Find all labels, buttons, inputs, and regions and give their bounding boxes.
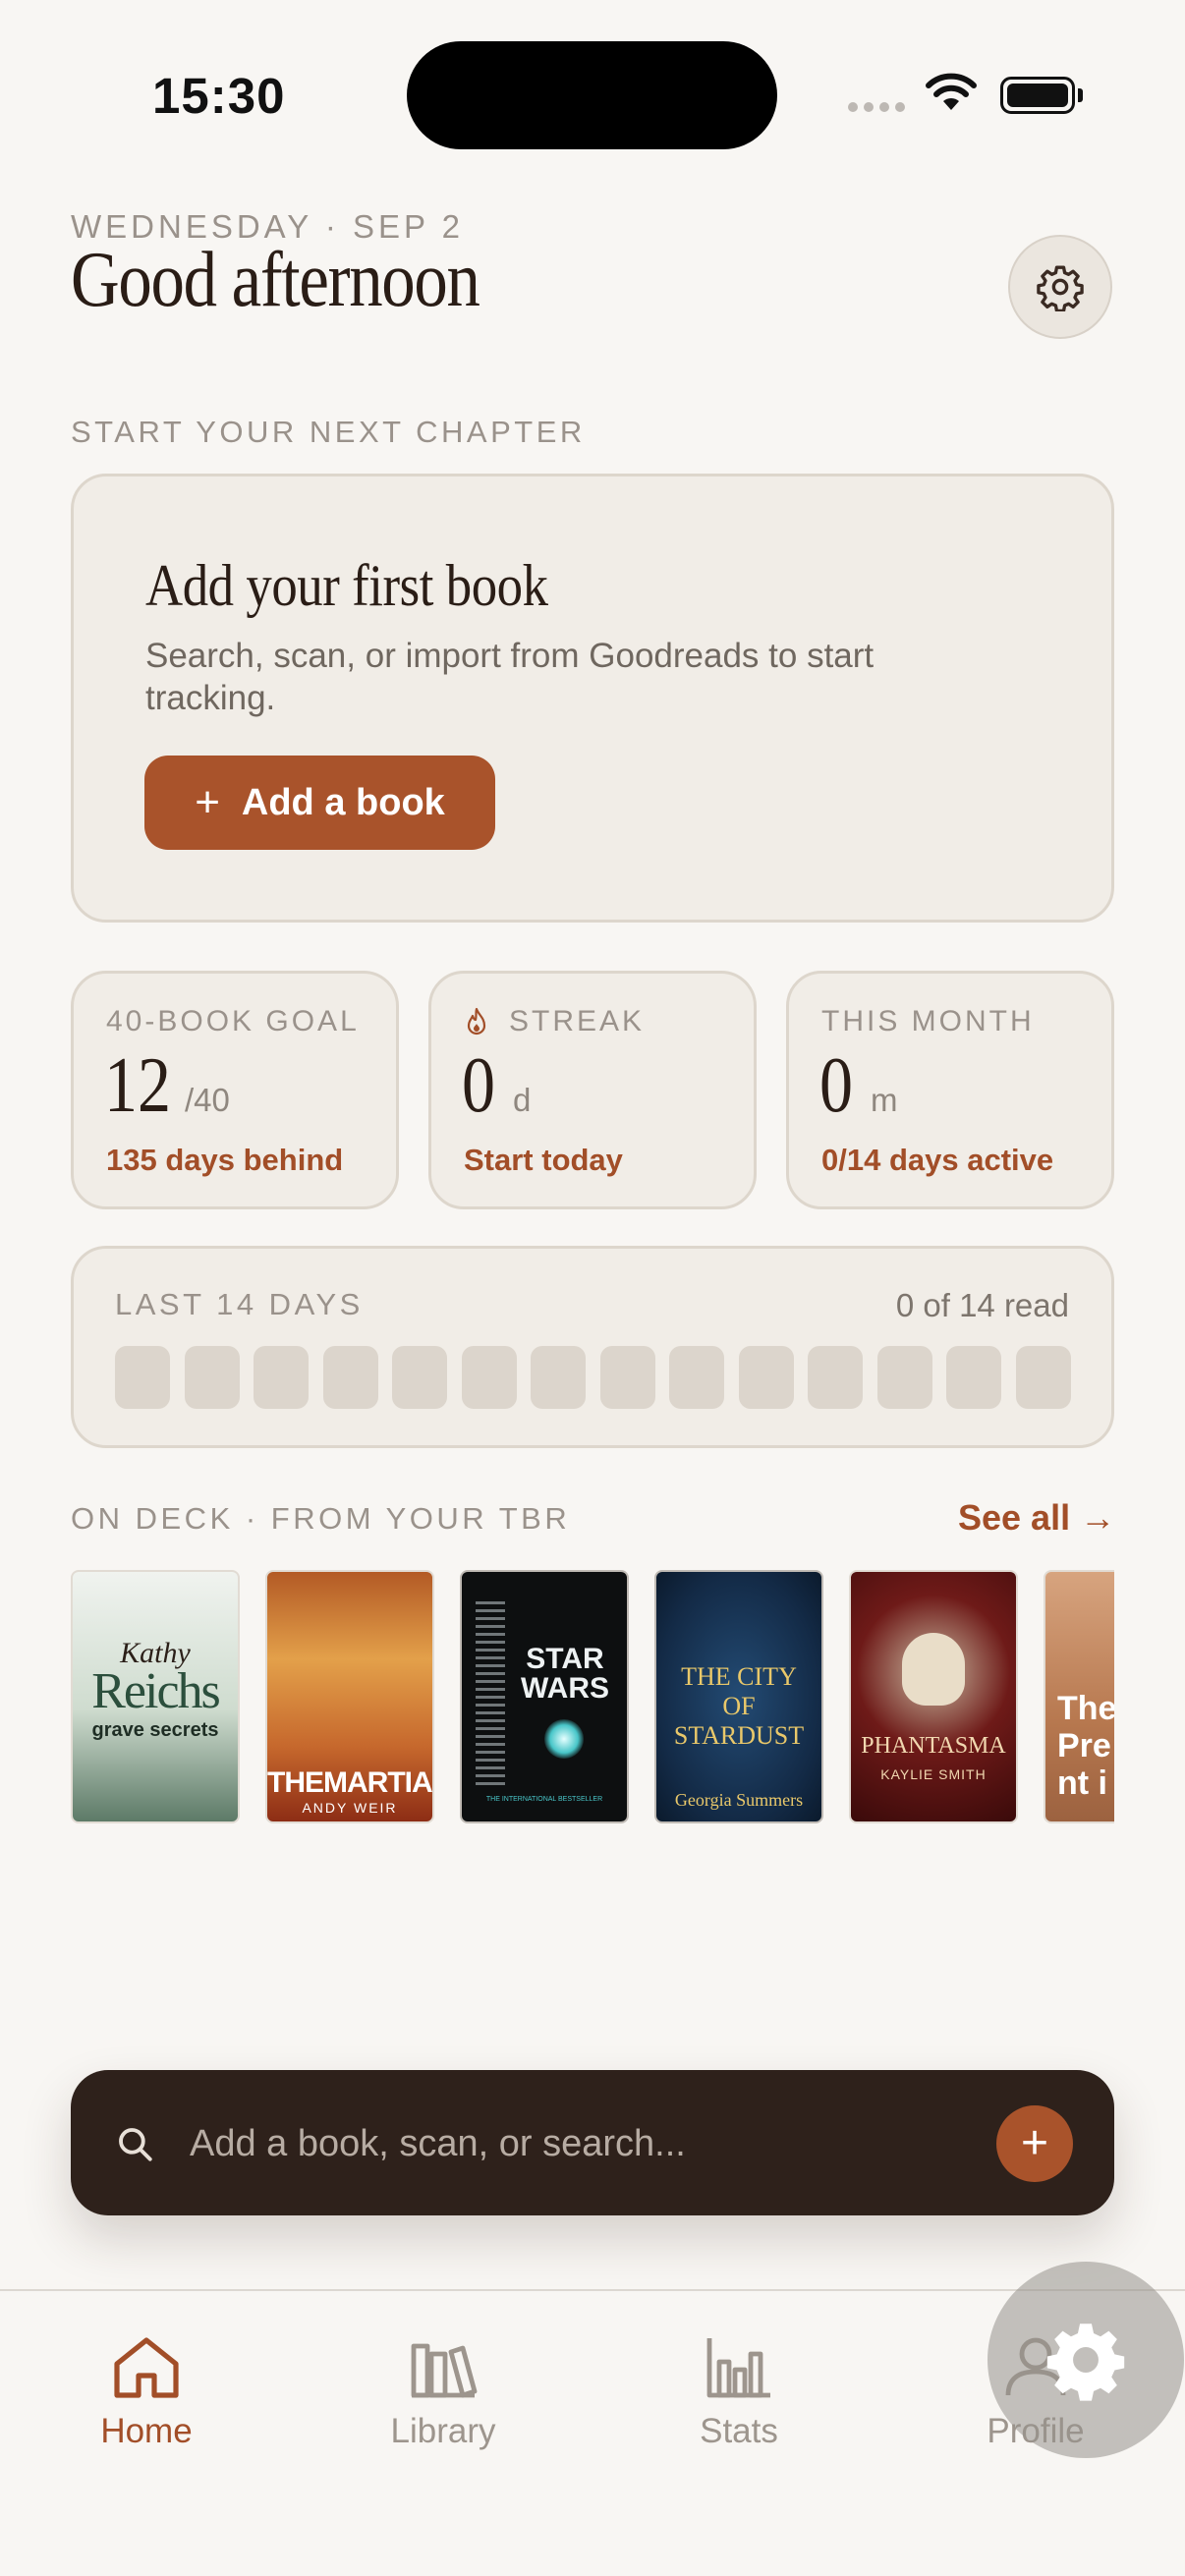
battery-icon (1000, 77, 1075, 114)
last-days-label: LAST 14 DAYS (115, 1287, 364, 1321)
tab-home-label: Home (100, 2412, 193, 2450)
floating-settings-button[interactable] (988, 2262, 1184, 2458)
quick-add-button[interactable]: + (996, 2105, 1073, 2182)
book-cover-6-title: The Pre nt i (1057, 1690, 1114, 1802)
greeting-title: Good afternoon (71, 237, 480, 323)
month-stat-label: THIS MONTH (821, 1005, 1035, 1037)
book-cover-3-title: STAR WARS (511, 1645, 619, 1704)
home-icon (114, 2337, 179, 2398)
book-cover-6-title-b: Pre (1057, 1727, 1111, 1764)
streak-stat-note: Start today (464, 1143, 623, 1177)
library-icon (411, 2343, 478, 2398)
streak-stat-label: STREAK (509, 1005, 646, 1037)
goal-stat-unit: /40 (185, 1082, 230, 1118)
book-cover-3-tagline: THE INTERNATIONAL BESTSELLER (485, 1796, 603, 1803)
month-stat-note: 0/14 days active (821, 1143, 1054, 1177)
day-cell (115, 1346, 170, 1409)
streak-stat-value: 0 (462, 1042, 495, 1129)
see-all-link[interactable]: See all → (958, 1497, 1115, 1539)
book-cover-2-title-b: MARTIAN (323, 1766, 432, 1799)
streak-stat-card[interactable]: STREAK 0 d Start today (428, 971, 757, 1209)
book-cover-4-title: THE CITY OF STARDUST (656, 1662, 821, 1751)
day-cell (461, 1346, 517, 1409)
search-input-placeholder[interactable]: Add a book, scan, or search... (190, 2123, 686, 2165)
add-book-button-label: Add a book (241, 781, 445, 823)
book-cover-5-title: PHANTASMA (861, 1733, 1006, 1759)
day-cell (322, 1346, 378, 1409)
tab-library[interactable]: Library (345, 2334, 541, 2451)
book-cover-3-pattern (476, 1601, 505, 1788)
day-cell (1015, 1346, 1071, 1409)
book-cover-2-author: ANDY WEIR (302, 1800, 398, 1816)
on-deck-label: ON DECK · FROM YOUR TBR (71, 1501, 571, 1536)
goal-stat-value: 12 (104, 1042, 171, 1129)
month-stat-card[interactable]: THIS MONTH 0 m 0/14 days active (786, 971, 1114, 1209)
day-cell (599, 1346, 655, 1409)
book-cover-4-title-a: THE CITY (681, 1662, 797, 1691)
book-cover-6-title-a: The (1057, 1690, 1114, 1727)
book-cover-5-author: KAYLIE SMITH (880, 1766, 987, 1782)
day-cell (738, 1346, 794, 1409)
book-cover-2[interactable]: THEMARTIAN ANDY WEIR (265, 1570, 434, 1823)
book-cover-4-author: Georgia Summers (674, 1790, 804, 1810)
book-cover-4-title-b: OF STARDUST (673, 1692, 805, 1750)
day-cell (254, 1346, 309, 1409)
month-stat-value: 0 (819, 1042, 853, 1129)
goal-stat-note: 135 days behind (106, 1143, 344, 1177)
day-cell (392, 1346, 447, 1409)
stats-icon (706, 2338, 770, 2398)
flame-icon (467, 1007, 486, 1036)
tab-bar-divider (0, 2289, 1185, 2291)
day-cell (808, 1346, 863, 1409)
day-cell (531, 1346, 586, 1409)
book-cover-2-title-a: THE (267, 1766, 324, 1799)
add-book-button[interactable]: + Add a book (144, 756, 495, 850)
gear-icon (1037, 265, 1084, 311)
book-cover-5[interactable]: PHANTASMA KAYLIE SMITH (849, 1570, 1018, 1823)
book-cover-3-title-b: WARS (521, 1672, 609, 1705)
book-cover-3-glow (544, 1719, 584, 1759)
start-section-label: START YOUR NEXT CHAPTER (71, 415, 586, 449)
tab-stats[interactable]: Stats (641, 2334, 837, 2451)
book-cover-6[interactable]: The Pre nt i (1044, 1570, 1114, 1823)
book-cover-1[interactable]: Kathy Reichs grave secrets (71, 1570, 240, 1823)
settings-button[interactable] (1008, 235, 1112, 339)
day-cell (946, 1346, 1001, 1409)
goal-stat-label: 40-BOOK GOAL (106, 1005, 360, 1037)
plus-icon: + (1020, 2117, 1049, 2169)
book-cover-1-title: Reichs (91, 1663, 221, 1719)
add-book-card-description: Search, scan, or import from Goodreads t… (145, 637, 875, 717)
skull-icon (902, 1633, 965, 1706)
dynamic-island (407, 41, 777, 149)
search-icon (119, 2128, 152, 2161)
month-stat-unit: m (871, 1082, 898, 1118)
gear-icon (1046, 2324, 1125, 2401)
tab-stats-label: Stats (700, 2412, 778, 2450)
tab-library-label: Library (390, 2412, 496, 2450)
tab-home[interactable]: Home (48, 2334, 245, 2451)
signal-dots-icon (848, 102, 905, 112)
add-book-card-title: Add your first book (145, 553, 548, 618)
book-cover-6-title-c: nt i (1057, 1764, 1107, 1802)
streak-stat-unit: d (513, 1082, 532, 1118)
book-cover-1-subtitle: grave secrets (91, 1719, 219, 1741)
day-cell (876, 1346, 932, 1409)
book-cover-3-title-a: STAR (526, 1643, 604, 1675)
status-time: 15:30 (152, 68, 286, 124)
day-cell (184, 1346, 240, 1409)
battery-nub (1078, 88, 1083, 102)
day-cells (115, 1346, 1071, 1409)
book-cover-3[interactable]: STAR WARS THE INTERNATIONAL BESTSELLER (460, 1570, 629, 1823)
book-cover-4[interactable]: THE CITY OF STARDUST Georgia Summers (654, 1570, 823, 1823)
day-cell (669, 1346, 724, 1409)
goal-stat-card[interactable]: 40-BOOK GOAL 12 /40 135 days behind (71, 971, 399, 1209)
wifi-icon (926, 73, 977, 110)
plus-icon: + (195, 778, 220, 826)
book-cover-2-title: THEMARTIAN (267, 1766, 432, 1800)
last-days-count: 0 of 14 read (895, 1287, 1069, 1323)
